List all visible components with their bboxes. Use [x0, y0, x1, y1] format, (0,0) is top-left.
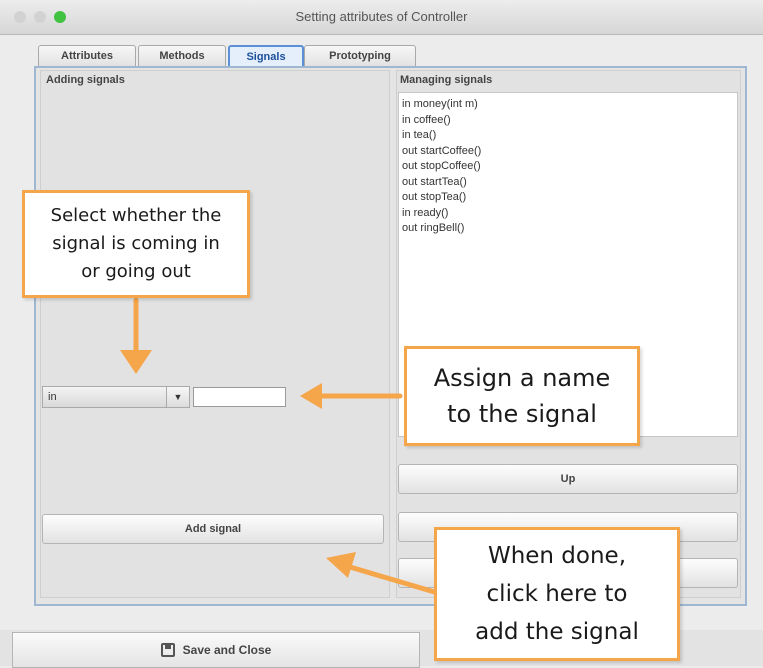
- callout-line: Assign a name: [433, 364, 611, 392]
- arrowhead-diagonal: [326, 552, 356, 578]
- callout-assign-name: Assign a name to the signal: [404, 346, 640, 446]
- callout-select-direction: Select whether the signal is coming in o…: [22, 190, 250, 298]
- callout-line: add the signal: [475, 619, 639, 645]
- callout-line: click here to: [486, 581, 628, 607]
- arrowhead-down: [120, 350, 152, 374]
- callout-line: When done,: [487, 543, 627, 569]
- callout-add-signal: When done, click here to add the signal: [434, 527, 680, 661]
- callout-line: signal is coming in: [52, 233, 220, 254]
- arrowhead-left: [300, 383, 322, 409]
- callout-line: Select whether the: [50, 205, 222, 226]
- callout-line: to the signal: [447, 400, 597, 428]
- callout-line: or going out: [81, 261, 191, 282]
